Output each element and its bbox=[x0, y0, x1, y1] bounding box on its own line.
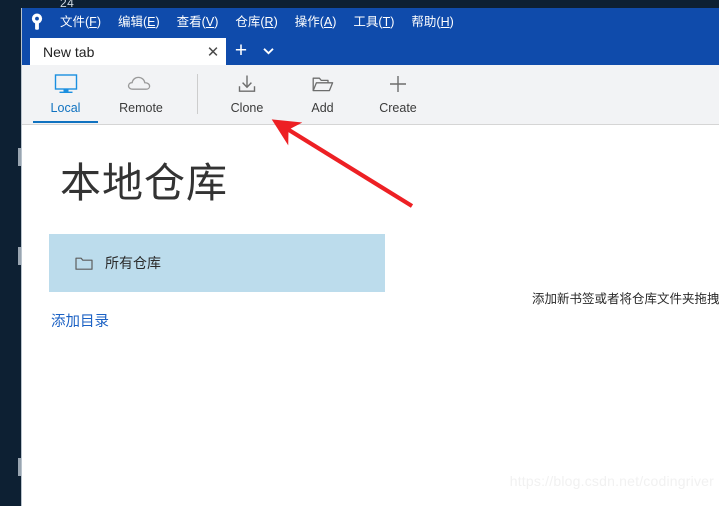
toolbar-button-create-label: Create bbox=[379, 101, 417, 115]
menu-item-file-mnemonic: F bbox=[89, 15, 97, 29]
tab-new-tab[interactable]: New tab ✕ bbox=[30, 38, 226, 65]
list-item-label: 所有仓库 bbox=[105, 255, 161, 271]
add-directory-link[interactable]: 添加目录 bbox=[51, 310, 109, 331]
menu-item-repository[interactable]: 仓库(R) bbox=[235, 8, 277, 36]
plus-icon[interactable]: + bbox=[226, 37, 256, 65]
page-title: 本地仓库 bbox=[60, 160, 228, 206]
toolbar-button-clone-label: Clone bbox=[230, 101, 264, 115]
tab-strip: New tab ✕ + bbox=[22, 36, 719, 65]
menu-item-actions-tail: ) bbox=[332, 15, 337, 29]
menu-item-actions-label: 操作( bbox=[294, 15, 324, 29]
download-tray-icon bbox=[235, 72, 259, 96]
monitor-icon bbox=[53, 72, 79, 96]
menu-item-view-label: 查看( bbox=[176, 15, 206, 29]
menu-item-repository-label: 仓库( bbox=[235, 15, 265, 29]
content-area: 本地仓库 所有仓库 添加目录 添加新书签或者将仓库文件夹拖拽 https://b… bbox=[22, 125, 719, 506]
cloud-icon bbox=[126, 72, 156, 96]
menu-item-edit-label: 编辑( bbox=[117, 15, 148, 29]
menu-item-help-tail: ) bbox=[449, 15, 454, 29]
sourcetree-key-icon bbox=[24, 9, 50, 35]
menu-item-actions[interactable]: 操作(A) bbox=[295, 8, 337, 36]
close-icon[interactable]: ✕ bbox=[200, 39, 226, 65]
menu-item-repository-mnemonic: R bbox=[264, 15, 274, 29]
menu-item-help[interactable]: 帮助(H) bbox=[411, 8, 453, 36]
menu-item-file-tail: ) bbox=[96, 15, 101, 29]
toolbar-button-create[interactable]: Create bbox=[359, 65, 437, 123]
toolbar-button-local-label: Local bbox=[50, 101, 81, 115]
tab-title-label: New tab bbox=[43, 43, 95, 60]
menu-item-edit-mnemonic: E bbox=[147, 15, 156, 29]
toolbar-button-remote[interactable]: Remote bbox=[98, 65, 184, 123]
menu-item-view[interactable]: 查看(V) bbox=[177, 8, 219, 36]
application-window: 文件(F) 编辑(E) 查看(V) 仓库(R) 操作(A) 工具(T) 帮助(H… bbox=[21, 8, 719, 506]
menu-item-actions-mnemonic: A bbox=[323, 15, 333, 29]
menu-item-help-label: 帮助( bbox=[411, 15, 441, 29]
toolbar-active-underline bbox=[33, 121, 98, 123]
toolbar-button-add[interactable]: Add bbox=[286, 65, 359, 123]
repository-list: 所有仓库 bbox=[49, 234, 385, 292]
toolbar-button-remote-label: Remote bbox=[119, 101, 163, 115]
toolbar-button-add-label: Add bbox=[311, 101, 334, 115]
menu-item-view-mnemonic: V bbox=[205, 15, 215, 29]
menu-item-tools-tail: ) bbox=[390, 15, 395, 29]
menu-item-edit[interactable]: 编辑(E) bbox=[118, 8, 160, 36]
watermark-text: https://blog.csdn.net/codingriver bbox=[509, 473, 714, 489]
toolbar-separator bbox=[197, 74, 198, 114]
menu-item-tools[interactable]: 工具(T) bbox=[353, 8, 394, 36]
menu-bar: 文件(F) 编辑(E) 查看(V) 仓库(R) 操作(A) 工具(T) 帮助(H… bbox=[60, 8, 454, 36]
menu-item-view-tail: ) bbox=[214, 15, 219, 29]
list-item-all-repositories[interactable]: 所有仓库 bbox=[49, 234, 385, 292]
menu-item-edit-tail: ) bbox=[155, 15, 160, 29]
chevron-down-icon[interactable] bbox=[256, 37, 280, 65]
folder-icon bbox=[75, 256, 93, 271]
drop-hint-text: 添加新书签或者将仓库文件夹拖拽 bbox=[532, 292, 719, 306]
toolbar: Local Remote Clone Add Create bbox=[22, 65, 719, 125]
open-folder-icon bbox=[310, 72, 336, 96]
toolbar-button-clone[interactable]: Clone bbox=[208, 65, 286, 123]
menu-item-file[interactable]: 文件(F) bbox=[60, 8, 101, 36]
menu-item-tools-label: 工具( bbox=[353, 15, 383, 29]
menu-item-help-mnemonic: H bbox=[440, 15, 450, 29]
menu-item-file-label: 文件( bbox=[60, 15, 90, 29]
menu-item-repository-tail: ) bbox=[273, 15, 278, 29]
title-bar: 文件(F) 编辑(E) 查看(V) 仓库(R) 操作(A) 工具(T) 帮助(H… bbox=[22, 8, 719, 36]
toolbar-button-local[interactable]: Local bbox=[33, 65, 98, 123]
plus-icon bbox=[387, 72, 409, 96]
